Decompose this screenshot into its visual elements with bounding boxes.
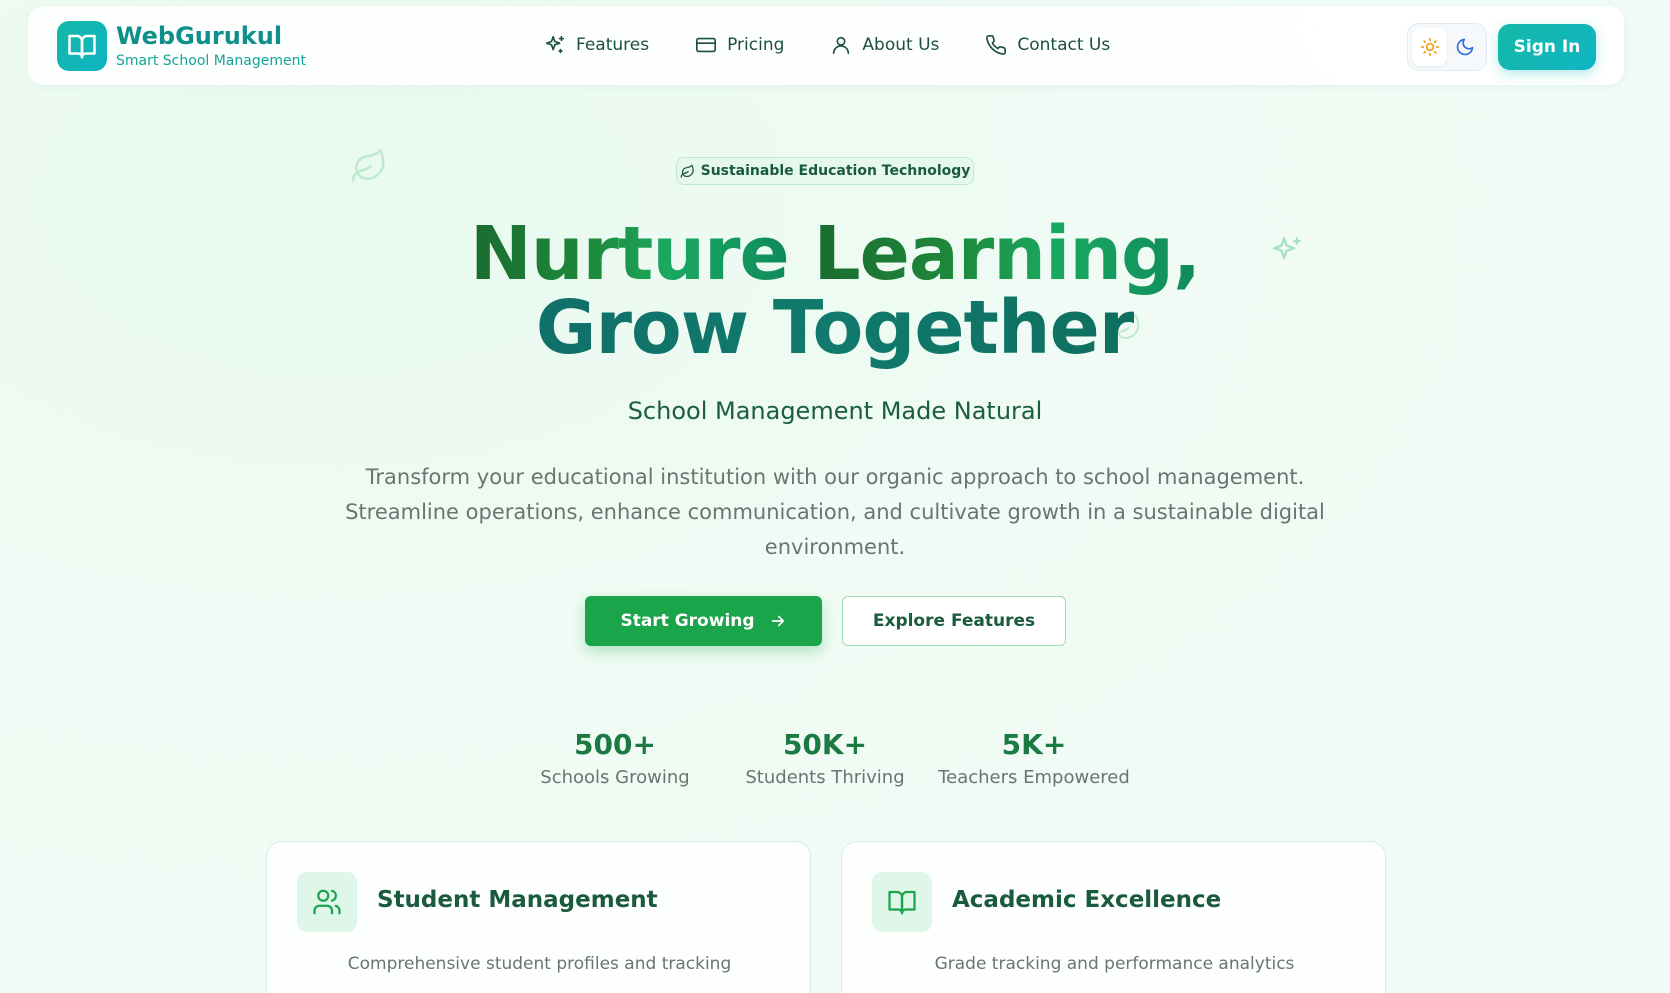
leaf-icon xyxy=(351,148,385,182)
stat-value: 500+ xyxy=(574,728,656,761)
users-icon xyxy=(297,872,357,932)
credit-card-icon xyxy=(696,37,717,53)
theme-toggle xyxy=(1407,23,1487,71)
stat-schools: 500+ Schools Growing xyxy=(515,725,715,788)
nav-link-contact[interactable]: Contact Us xyxy=(985,34,1110,56)
hero-badge-label: Sustainable Education Technology xyxy=(700,163,971,179)
hero-subtitle: School Management Made Natural xyxy=(627,397,1043,425)
stat-students: 50K+ Students Thriving xyxy=(725,725,925,788)
sparkles-icon xyxy=(545,35,565,54)
nav-link-label: Contact Us xyxy=(1017,35,1111,55)
start-growing-button[interactable]: Start Growing xyxy=(585,596,822,646)
phone-icon xyxy=(986,35,1007,55)
stat-value: 50K+ xyxy=(782,728,868,761)
feature-card-title: Student Management xyxy=(377,887,658,913)
dark-theme-button[interactable] xyxy=(1447,28,1482,66)
nav-link-label: Features xyxy=(576,35,650,55)
feature-card-description: Grade tracking and performance analytics xyxy=(934,954,1295,974)
start-growing-label: Start Growing xyxy=(620,611,755,631)
feature-card-description: Comprehensive student profiles and track… xyxy=(347,954,732,974)
explore-features-button[interactable]: Explore Features xyxy=(842,596,1066,646)
leaf-icon xyxy=(680,164,694,178)
hero-title-line2: Grow Together xyxy=(0,288,1670,368)
hero-description: Transform your educational institution w… xyxy=(345,465,1325,559)
book-open-icon xyxy=(57,21,107,71)
nav-link-label: About Us xyxy=(862,35,940,55)
stat-label: Teachers Empowered xyxy=(938,767,1130,788)
stat-value: 5K+ xyxy=(1001,728,1067,761)
nav-link-label: Pricing xyxy=(727,35,785,55)
hero-title-line2-text: Grow Together xyxy=(535,285,1136,371)
moon-icon xyxy=(1456,38,1473,56)
brand-name: WebGurukul xyxy=(116,21,283,50)
nav-link-pricing[interactable]: Pricing xyxy=(695,34,784,56)
feature-card-student-management[interactable]: Student Management Comprehensive student… xyxy=(266,841,811,993)
stat-label: Students Thriving xyxy=(745,767,905,788)
brand[interactable]: WebGurukul Smart School Management xyxy=(57,21,306,71)
hero-title-line1: Nurture Learning, xyxy=(0,214,1670,294)
nav-link-about[interactable]: About Us xyxy=(830,34,939,56)
light-theme-button[interactable] xyxy=(1412,28,1447,66)
stat-label: Schools Growing xyxy=(540,767,690,788)
navbar: WebGurukul Smart School Management Featu… xyxy=(28,6,1624,85)
brand-tagline: Smart School Management xyxy=(116,52,306,69)
sign-in-button[interactable]: Sign In xyxy=(1498,24,1596,70)
nav-link-features[interactable]: Features xyxy=(544,34,649,56)
user-icon xyxy=(833,36,850,55)
feature-card-title: Academic Excellence xyxy=(952,887,1222,913)
nav-links: Features Pricing About Us Contact Us xyxy=(544,34,1110,56)
book-open-icon xyxy=(872,872,932,932)
sun-icon xyxy=(1420,37,1439,57)
feature-card-academic-excellence[interactable]: Academic Excellence Grade tracking and p… xyxy=(841,841,1386,993)
arrow-right-icon xyxy=(771,615,784,627)
hero-badge: Sustainable Education Technology xyxy=(676,157,974,185)
stat-teachers: 5K+ Teachers Empowered xyxy=(934,725,1134,788)
